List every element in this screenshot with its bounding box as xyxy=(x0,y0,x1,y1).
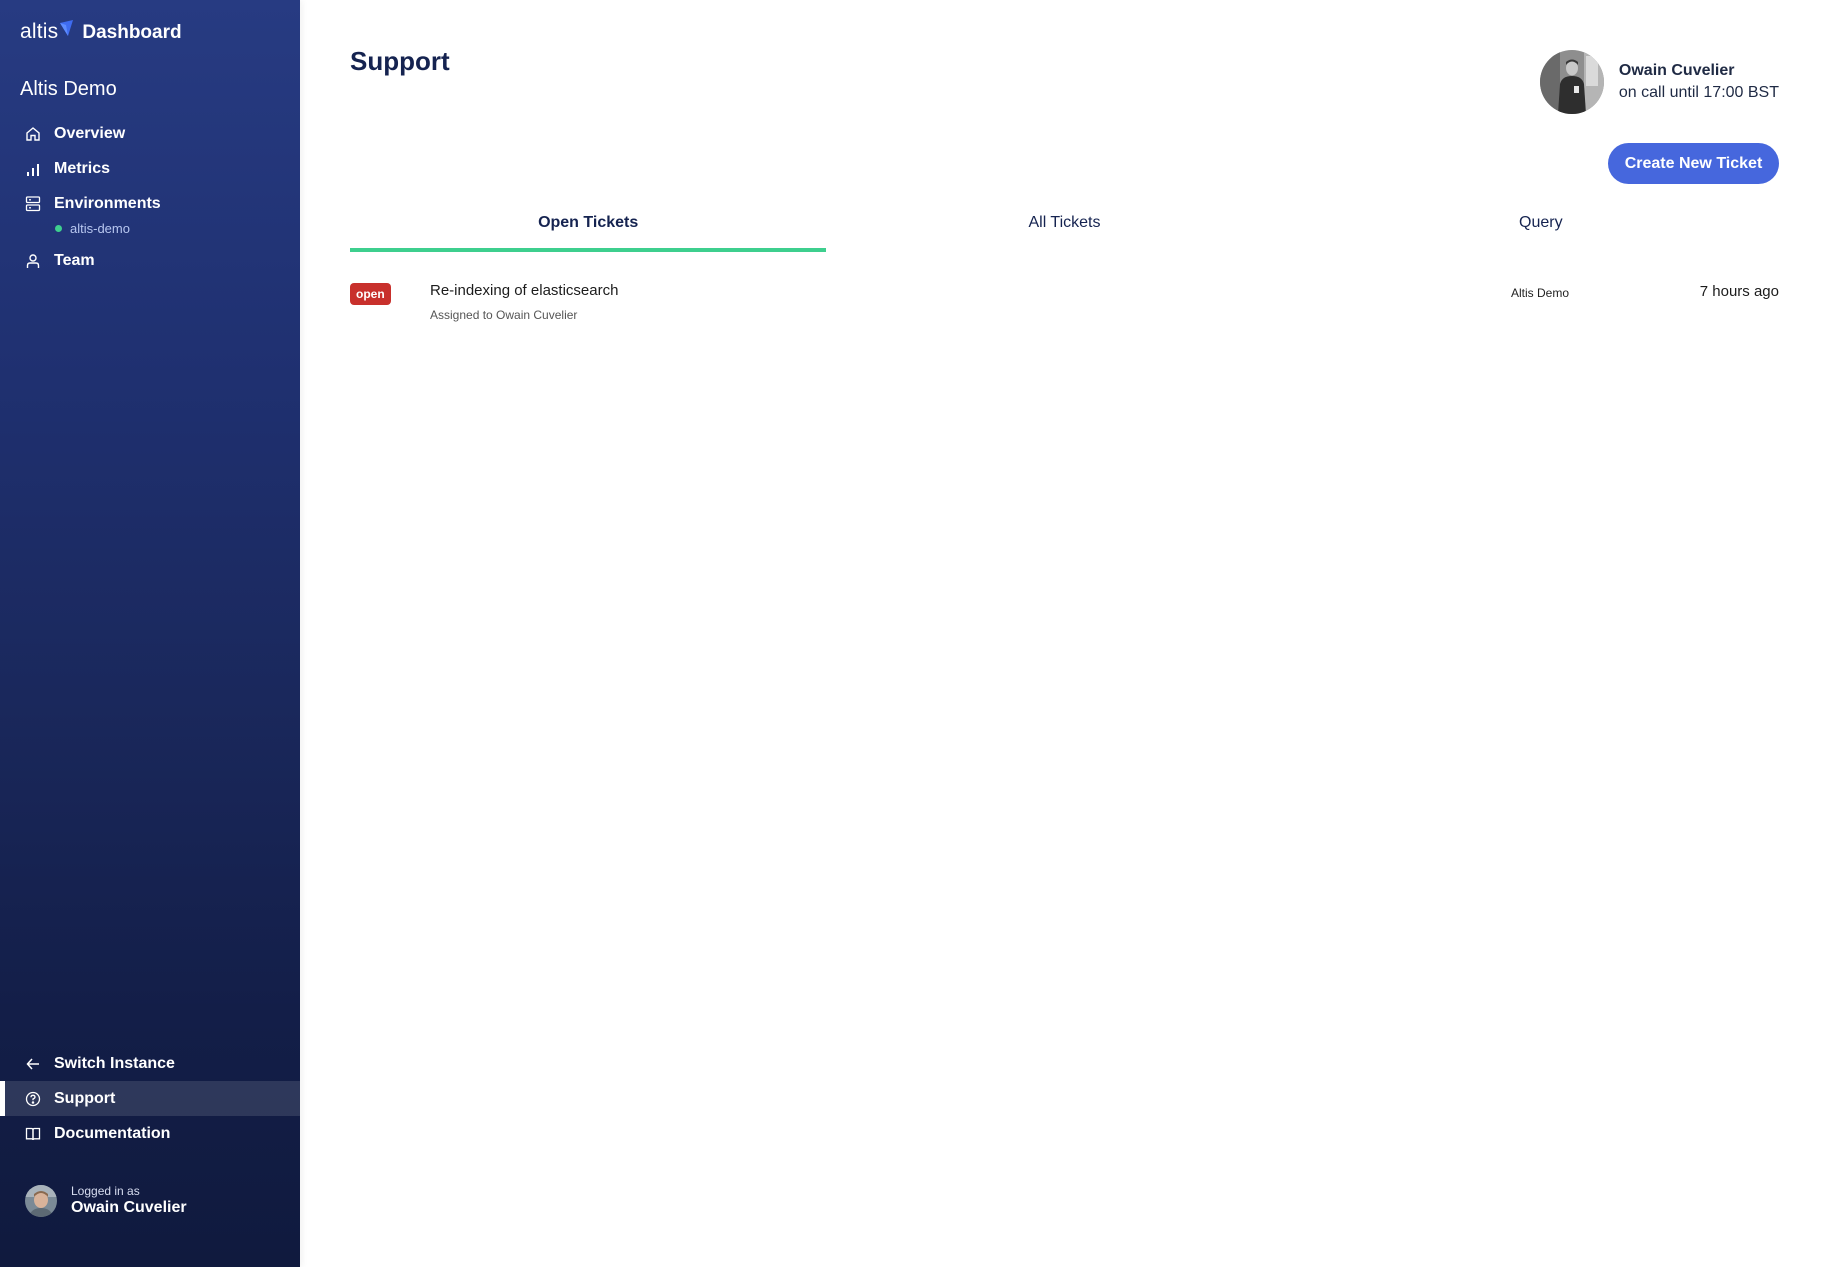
sidebar-item-environments[interactable]: Environments xyxy=(0,186,300,221)
on-call-engineer: Owain Cuvelier on call until 17:00 BST xyxy=(1539,50,1779,114)
arrow-left-icon xyxy=(24,1055,42,1073)
main-content: Support Owain Cuvelier on call until 17:… xyxy=(300,0,1829,1267)
sidebar-item-label: Team xyxy=(54,251,95,269)
ticket-assignee: Assigned to Owain Cuvelier xyxy=(430,308,578,322)
user-icon xyxy=(24,252,42,270)
altis-logo: altis xyxy=(20,20,59,43)
altis-logo-mark-icon xyxy=(60,20,74,36)
instance-title: Altis Demo xyxy=(20,78,117,100)
sidebar-item-team[interactable]: Team xyxy=(0,243,300,278)
sidebar-item-documentation[interactable]: Documentation xyxy=(0,1116,300,1151)
status-dot-icon xyxy=(55,224,62,232)
tab-query[interactable]: Query xyxy=(1303,210,1779,252)
sidebar-item-switch-instance[interactable]: Switch Instance xyxy=(0,1046,300,1081)
environment-label: altis-demo xyxy=(70,220,130,236)
environment-item-altis-demo[interactable]: altis-demo xyxy=(0,217,300,239)
avatar xyxy=(25,1185,57,1217)
ticket-time: 7 hours ago xyxy=(1699,283,1779,300)
ticket-row[interactable]: open Re-indexing of elasticsearch Assign… xyxy=(350,280,1779,330)
sidebar-item-overview[interactable]: Overview xyxy=(0,116,300,151)
help-circle-icon xyxy=(24,1090,42,1108)
page-title: Support xyxy=(350,46,450,76)
bar-chart-icon xyxy=(24,160,42,178)
sidebar-item-label: Documentation xyxy=(54,1124,171,1142)
logged-in-user[interactable]: Logged in as Owain Cuvelier xyxy=(25,1184,187,1218)
brand[interactable]: altis Dashboard xyxy=(20,16,182,44)
sidebar: altis Dashboard Altis Demo Overview Metr… xyxy=(0,0,300,1267)
create-new-ticket-button[interactable]: Create New Ticket xyxy=(1608,143,1779,184)
brand-title: Dashboard xyxy=(82,22,182,43)
status-badge: open xyxy=(350,283,391,305)
sidebar-bottom-nav: Switch Instance Support Documentation xyxy=(0,1046,300,1151)
sidebar-item-label: Environments xyxy=(54,194,161,212)
sidebar-item-label: Overview xyxy=(54,124,126,142)
sidebar-item-label: Switch Instance xyxy=(54,1054,175,1072)
on-call-name: Owain Cuvelier xyxy=(1618,62,1735,79)
book-icon xyxy=(24,1125,42,1143)
logged-in-caption: Logged in as xyxy=(71,1184,140,1198)
sidebar-nav: Overview Metrics Environments altis-demo… xyxy=(0,116,300,278)
on-call-avatar xyxy=(1539,50,1604,114)
ticket-title[interactable]: Re-indexing of elasticsearch xyxy=(430,282,618,299)
tab-all-tickets[interactable]: All Tickets xyxy=(826,210,1302,252)
tab-open-tickets[interactable]: Open Tickets xyxy=(350,210,827,252)
on-call-status: on call until 17:00 BST xyxy=(1618,84,1779,101)
ticket-tabs: Open Tickets All Tickets Query xyxy=(350,210,1779,252)
sidebar-item-label: Metrics xyxy=(54,159,111,177)
server-icon xyxy=(24,195,42,213)
sidebar-item-label: Support xyxy=(54,1089,116,1107)
sidebar-item-support[interactable]: Support xyxy=(0,1081,300,1116)
sidebar-item-metrics[interactable]: Metrics xyxy=(0,151,300,186)
logged-in-name: Owain Cuvelier xyxy=(71,1199,187,1216)
ticket-environment: Altis Demo xyxy=(1511,286,1570,300)
home-icon xyxy=(24,125,42,143)
